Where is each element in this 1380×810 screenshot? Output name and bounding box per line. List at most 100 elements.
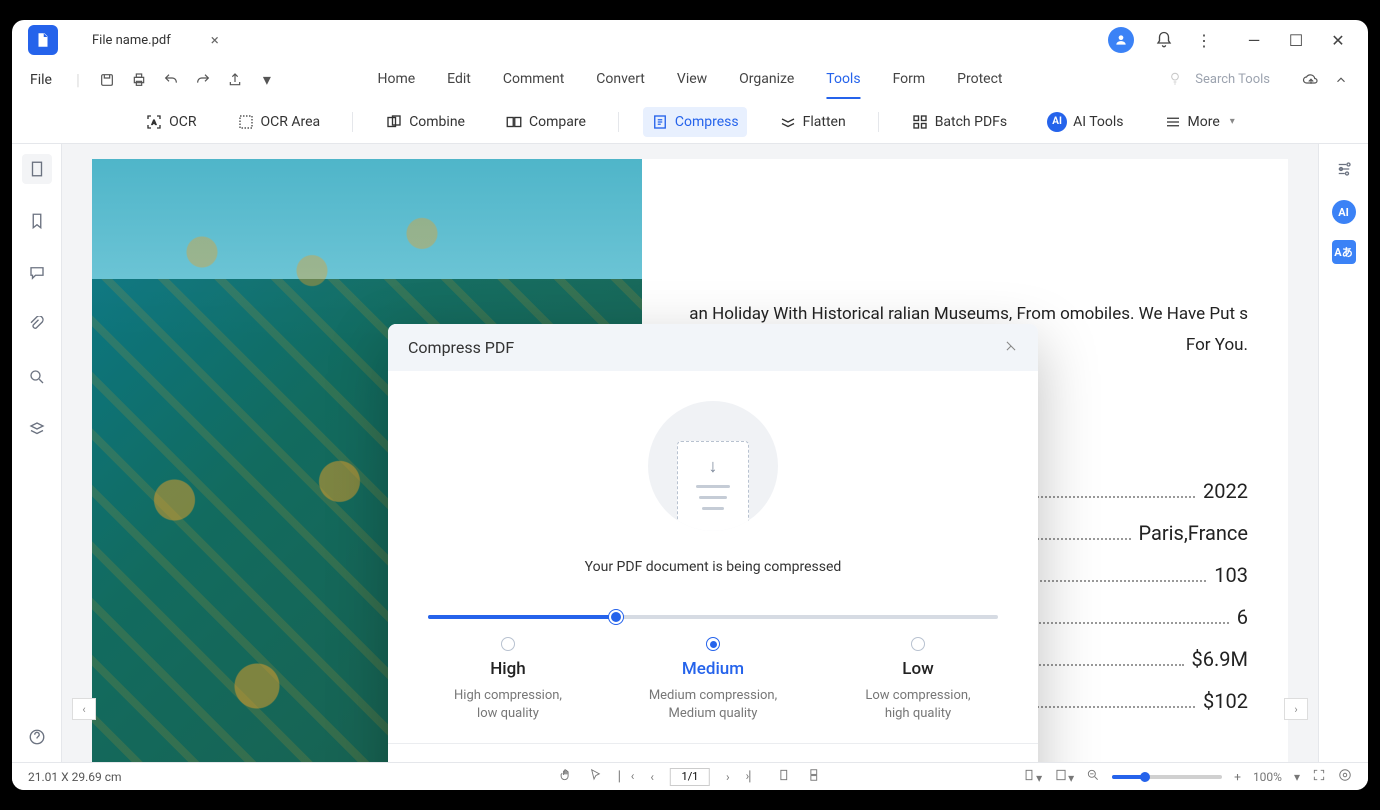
tool-ocr-area[interactable]: OCR Area xyxy=(229,107,329,137)
share-icon[interactable] xyxy=(226,71,244,89)
help-icon[interactable] xyxy=(22,722,52,752)
menu-tabs: Home Edit Comment Convert View Organize … xyxy=(377,61,1002,99)
more-icon xyxy=(1164,113,1182,131)
prev-page-icon[interactable]: ‹ xyxy=(650,770,654,784)
translate-icon[interactable]: Aあ xyxy=(1332,240,1356,264)
minimize-icon[interactable]: — xyxy=(1244,30,1264,50)
fullscreen-icon[interactable] xyxy=(1312,768,1326,785)
tool-flatten[interactable]: Flatten xyxy=(771,107,854,137)
chevron-down-icon: ▾ xyxy=(1230,116,1235,127)
batch-icon xyxy=(911,113,929,131)
radio-low[interactable] xyxy=(911,637,925,651)
undo-icon[interactable] xyxy=(162,71,180,89)
tab-protect[interactable]: Protect xyxy=(957,61,1002,99)
tab-home[interactable]: Home xyxy=(377,61,415,99)
dialog-header: Compress PDF xyxy=(388,324,1038,371)
next-page-icon[interactable]: › xyxy=(726,770,730,784)
tab-title: File name.pdf xyxy=(92,33,171,48)
fit-width-icon[interactable]: ▾ xyxy=(1022,768,1042,785)
first-page-icon[interactable]: ⎸‹ xyxy=(619,769,635,784)
ocr-icon: A xyxy=(145,113,163,131)
fit-page-icon[interactable]: ▾ xyxy=(1054,768,1074,785)
option-low[interactable]: Low Low compression,high quality xyxy=(838,637,998,723)
attachment-icon[interactable] xyxy=(22,310,52,340)
chevron-up-icon[interactable] xyxy=(1332,71,1350,89)
kebab-menu-icon[interactable]: ⋮ xyxy=(1194,30,1214,50)
tab-comment[interactable]: Comment xyxy=(503,61,564,99)
option-medium[interactable]: Medium Medium compression,Medium quality xyxy=(633,637,793,723)
print-icon[interactable] xyxy=(130,71,148,89)
ai-sidebar-icon[interactable]: AI xyxy=(1332,200,1356,224)
last-page-icon[interactable]: ›⎸ xyxy=(746,769,762,784)
select-tool-icon[interactable] xyxy=(589,768,603,785)
compress-illustration: ↓ xyxy=(648,401,778,531)
page-input[interactable] xyxy=(670,768,710,786)
notification-icon[interactable] xyxy=(1154,30,1174,50)
layers-icon[interactable] xyxy=(22,414,52,444)
comment-panel-icon[interactable] xyxy=(22,258,52,288)
properties-icon[interactable] xyxy=(1329,154,1359,184)
tool-batch[interactable]: Batch PDFs xyxy=(903,107,1015,137)
right-sidebar: AI Aあ xyxy=(1318,144,1368,762)
dialog-body: ↓ Your PDF document is being compressed xyxy=(388,371,1038,743)
dropdown-icon[interactable]: ▾ xyxy=(258,71,276,89)
redo-icon[interactable] xyxy=(194,71,212,89)
tab-tools[interactable]: Tools xyxy=(826,61,860,99)
menubar: File | ▾ Home Edit Comment Convert View … xyxy=(12,60,1368,100)
compression-options: High High compression,low quality Medium… xyxy=(428,637,998,723)
close-window-icon[interactable]: ✕ xyxy=(1328,30,1348,50)
zoom-out-icon[interactable] xyxy=(1086,768,1100,785)
search-tools[interactable]: Search Tools xyxy=(1195,72,1270,87)
left-sidebar xyxy=(12,144,62,762)
close-tab-icon[interactable]: × xyxy=(211,31,219,49)
flatten-icon xyxy=(779,113,797,131)
tool-combine[interactable]: Combine xyxy=(377,107,473,137)
tool-ai[interactable]: AIAI Tools xyxy=(1039,106,1131,138)
page-dimensions: 21.01 X 29.69 cm xyxy=(28,770,122,784)
continuous-page-icon[interactable] xyxy=(807,768,821,785)
statusbar: 21.01 X 29.69 cm ⎸‹ ‹ › ›⎸ ▾ ▾ + 100%▾ xyxy=(12,762,1368,790)
zoom-in-icon[interactable]: + xyxy=(1234,770,1241,784)
slider-thumb[interactable] xyxy=(609,610,623,624)
compress-dialog: Compress PDF ↓ Your PDF document is bein… xyxy=(388,324,1038,762)
tool-compare[interactable]: Compare xyxy=(497,107,594,137)
radio-medium[interactable] xyxy=(706,637,720,651)
lightbulb-icon xyxy=(1167,70,1183,90)
tab-view[interactable]: View xyxy=(677,61,707,99)
dialog-close-icon[interactable] xyxy=(1004,338,1018,357)
app-logo xyxy=(28,25,58,55)
bookmark-icon[interactable] xyxy=(22,206,52,236)
tool-ocr[interactable]: AOCR xyxy=(137,107,204,137)
maximize-icon[interactable]: ☐ xyxy=(1286,30,1306,50)
tab-form[interactable]: Form xyxy=(893,61,926,99)
tab-convert[interactable]: Convert xyxy=(596,61,645,99)
compression-slider[interactable] xyxy=(428,615,998,619)
app-window: File name.pdf × ⋮ — ☐ ✕ File | ▾ xyxy=(12,20,1368,790)
zoom-slider[interactable] xyxy=(1112,775,1222,779)
document-tab[interactable]: File name.pdf × xyxy=(78,23,233,57)
option-high[interactable]: High High compression,low quality xyxy=(428,637,588,723)
thumbnails-icon[interactable] xyxy=(22,154,52,184)
search-panel-icon[interactable] xyxy=(22,362,52,392)
tool-compress[interactable]: Compress xyxy=(643,107,747,137)
scroll-left-button[interactable]: ‹ xyxy=(72,698,96,720)
content-area: an Holiday With Historical ralian Museum… xyxy=(12,144,1368,762)
radio-high[interactable] xyxy=(501,637,515,651)
read-mode-icon[interactable] xyxy=(1338,768,1352,785)
page-navigation: ⎸‹ ‹ › ›⎸ xyxy=(559,768,821,786)
user-avatar[interactable] xyxy=(1108,27,1134,53)
single-page-icon[interactable] xyxy=(777,768,791,785)
file-menu[interactable]: File xyxy=(30,72,52,88)
cloud-icon[interactable] xyxy=(1302,71,1320,89)
tab-edit[interactable]: Edit xyxy=(447,61,471,99)
tool-more[interactable]: More▾ xyxy=(1156,107,1243,137)
toolbar: AOCR OCR Area Combine Compare Compress F… xyxy=(12,100,1368,144)
save-icon[interactable] xyxy=(98,71,116,89)
hand-tool-icon[interactable] xyxy=(559,768,573,785)
ai-icon: AI xyxy=(1047,112,1067,132)
zoom-level[interactable]: 100% xyxy=(1253,770,1282,784)
dialog-footer: Batch Compress Apply Cancel xyxy=(388,743,1038,762)
tab-organize[interactable]: Organize xyxy=(739,61,794,99)
scroll-right-button[interactable]: › xyxy=(1284,698,1308,720)
download-arrow-icon: ↓ xyxy=(709,456,718,477)
